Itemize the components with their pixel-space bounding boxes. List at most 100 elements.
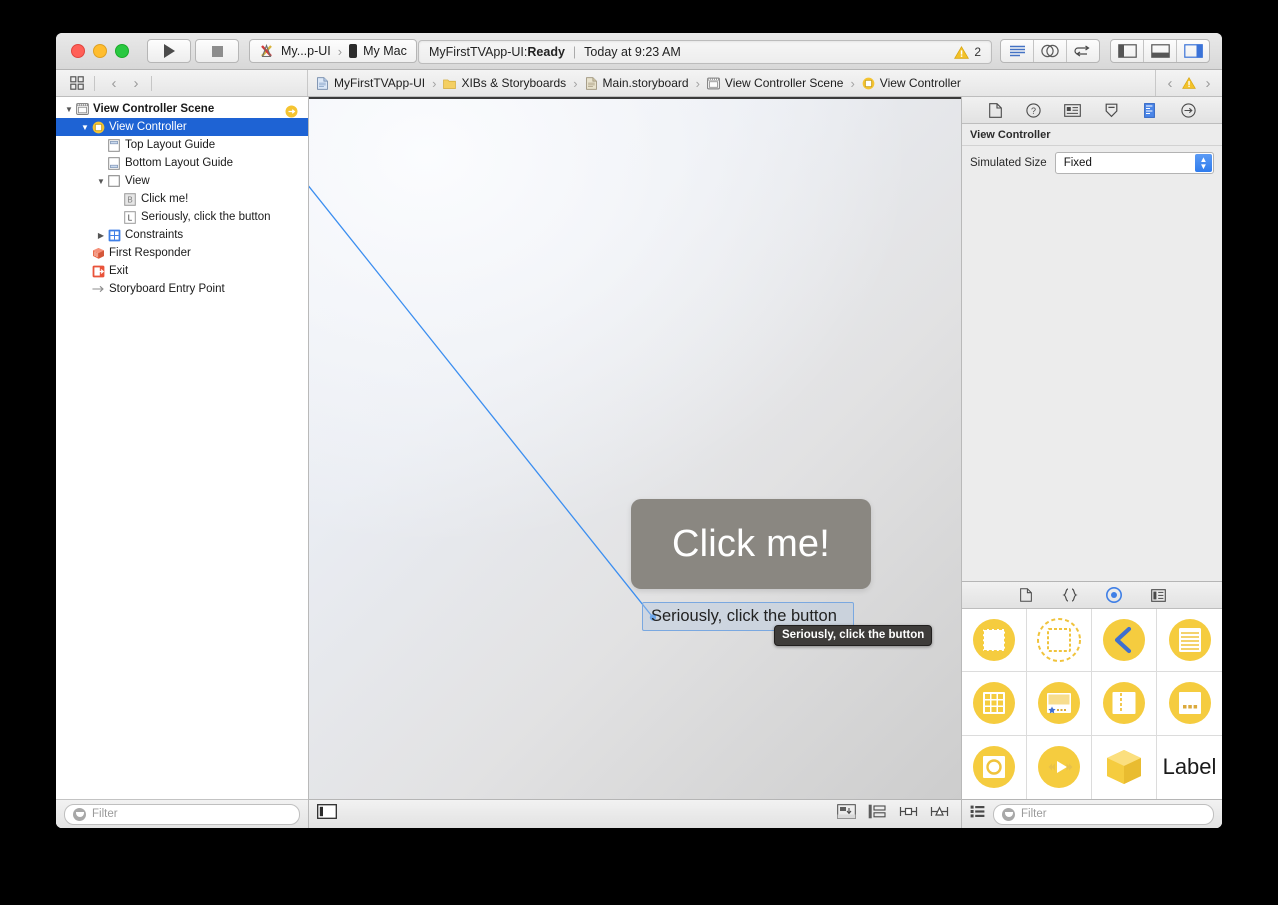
media-library-tab[interactable] [1147,585,1169,605]
library-item-view[interactable] [962,609,1027,673]
code-snippet-library-tab[interactable] [1059,585,1081,605]
status-warnings[interactable]: 2 [954,45,981,59]
pin-button[interactable] [868,804,887,824]
stop-button[interactable] [195,39,239,63]
toolbar-right-controls [1000,39,1214,63]
version-editor-button[interactable] [1067,40,1099,62]
simulated-size-value: Fixed [1063,157,1092,169]
ruler-icon [1144,102,1156,118]
utilities-toggle-button[interactable] [1177,40,1209,62]
simulated-size-label: Simulated Size [970,157,1047,169]
inspector-tab-bar: ? [962,97,1222,124]
attributes-inspector-tab[interactable] [1098,100,1124,120]
stack-view-object-icon [1168,682,1211,725]
library-item-stack-view[interactable] [1157,672,1222,736]
label-object-text: Label [1162,754,1217,780]
object-library-tab[interactable] [1103,585,1125,605]
run-button[interactable] [147,39,191,63]
file-template-library-tab[interactable] [1015,585,1037,605]
debug-panel-icon [1150,44,1170,58]
tooltip-text: Seriously, click the button [782,629,925,641]
outline-row[interactable]: ▶ Constraints [56,226,308,244]
disclosure-triangle[interactable]: ▼ [78,123,92,132]
resizing-behavior-button[interactable] [930,804,949,824]
outline-row[interactable]: L Seriously, click the button [56,208,308,226]
library-item-object[interactable] [1092,735,1157,799]
outline-row[interactable]: Exit [56,262,308,280]
outline-row[interactable]: B Click me! [56,190,308,208]
debug-area-toggle-button[interactable] [1144,40,1177,62]
outline-row[interactable]: ▼ View Controller Scene [56,100,308,118]
close-button[interactable] [71,44,85,58]
window-body: ▼ View Controller Scene ▼ View Controller To… [56,97,1222,828]
simulated-size-popup[interactable]: Fixed ▲ ▼ [1054,152,1214,174]
resolve-issues-button[interactable] [899,804,918,824]
library-filter-field[interactable]: Filter [993,803,1214,825]
connections-inspector-tab[interactable] [1176,100,1202,120]
collection-view-object-icon [973,682,1015,725]
related-files-button[interactable] [64,76,90,90]
button-icon: B [124,192,137,206]
outline-filter-field[interactable]: Filter [64,803,300,825]
scheme-name: My...p-UI [281,44,331,58]
minimize-button[interactable] [93,44,107,58]
quick-help-inspector-tab[interactable]: ? [1021,100,1047,120]
breadcrumb-item-folder[interactable]: XIBs & Storyboards [443,76,566,90]
zoom-button[interactable] [115,44,129,58]
disclosure-triangle[interactable]: ▼ [62,105,76,114]
outline-row-label: Bottom Layout Guide [125,157,234,169]
resizing-behavior-icon [930,806,949,816]
back-button[interactable]: ‹ [103,75,125,92]
cube-object-icon [1107,750,1141,785]
breadcrumb-item-scene[interactable]: View Controller Scene [707,76,843,90]
standard-editor-icon [1009,45,1025,57]
navigator-toggle-button[interactable] [1111,40,1144,62]
click-me-button[interactable]: Click me! [631,499,871,589]
file-inspector-tab[interactable] [982,100,1008,120]
status-time: Today at 9:23 AM [584,45,681,59]
version-editor-icon [1074,45,1090,56]
outline-row-label: Constraints [125,229,184,241]
library-item-table-view[interactable] [1157,609,1222,673]
library-view-mode-button[interactable] [970,805,985,823]
disclosure-triangle[interactable]: ▶ [94,231,108,240]
utilities-panel: ? View Controller Simulated Size Fixed ▲… [961,97,1222,828]
forward-button[interactable]: › [125,75,147,92]
label-icon: L [124,210,137,224]
breadcrumb-item-storyboard[interactable]: Main.storyboard [585,76,689,90]
assistant-editor-button[interactable] [1034,40,1067,62]
disclosure-triangle[interactable]: ▼ [94,177,108,186]
size-inspector-tab[interactable] [1137,100,1163,120]
library-item-split-view[interactable] [1092,672,1157,736]
chevron-left-object-icon [1103,619,1145,662]
next-issue-button[interactable]: › [1202,75,1214,92]
warning-triangle-icon[interactable] [1182,77,1196,89]
library-item-banner-view[interactable] [1027,672,1092,736]
library-item-container-view[interactable] [1027,609,1092,673]
outline-row[interactable]: Bottom Layout Guide [56,154,308,172]
library-item-player-view[interactable] [1027,735,1092,799]
library-filter-bar: Filter [962,799,1222,828]
canvas-bottom-left [317,804,337,824]
document-outline-toggle-button[interactable] [317,804,337,824]
outline-row[interactable]: First Responder [56,244,308,262]
outline-row[interactable]: ▼ View [56,172,308,190]
standard-editor-button[interactable] [1001,40,1034,62]
outline-row[interactable]: Top Layout Guide [56,136,308,154]
scheme-selector[interactable]: My...p-UI › My Mac [249,39,417,63]
identity-inspector-tab[interactable] [1060,100,1086,120]
library-item-image-view[interactable] [962,735,1027,799]
library-item-collection-view[interactable] [962,672,1027,736]
outline-row[interactable]: ▼ View Controller [56,118,308,136]
breadcrumb-item-project[interactable]: MyFirstTVApp-UI [316,76,425,90]
previous-issue-button[interactable]: ‹ [1164,75,1176,92]
align-button[interactable] [837,804,856,824]
exit-icon [92,265,105,278]
chevron-updown-icon: ▲ ▼ [1195,154,1212,172]
outline-row[interactable]: Storyboard Entry Point [56,280,308,298]
library-item-navigation-back[interactable] [1092,609,1157,673]
storyboard-canvas[interactable]: Click me! Seriously, click the button Se… [309,99,961,799]
library-item-label[interactable]: Label [1157,736,1222,799]
breadcrumb-item-view-controller[interactable]: View Controller [862,76,961,90]
top-layout-guide-icon [108,138,121,152]
